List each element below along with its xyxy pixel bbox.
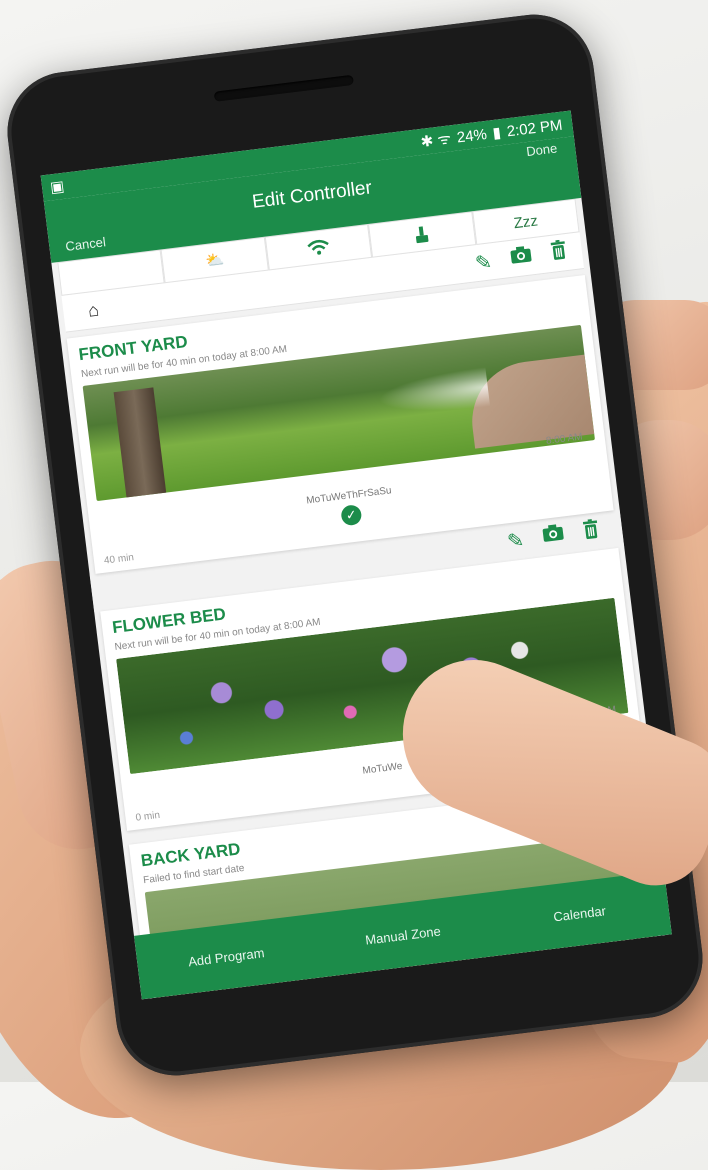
trash-icon[interactable] bbox=[542, 238, 575, 267]
phone: ▣ ✱ ᯤ 24% ▮ 2:02 PM Done Edit Controller… bbox=[0, 7, 708, 1083]
battery-level: 24% bbox=[455, 125, 488, 146]
check-icon[interactable]: ✓ bbox=[340, 504, 363, 527]
camera-icon[interactable] bbox=[505, 244, 538, 271]
trash-icon[interactable] bbox=[575, 517, 608, 546]
notification-icon: ▣ bbox=[49, 177, 66, 197]
camera-icon[interactable] bbox=[537, 522, 570, 551]
photo-tree bbox=[113, 387, 167, 502]
pencil-icon[interactable]: ✎ bbox=[467, 248, 500, 276]
home-icon[interactable]: ⌂ bbox=[62, 296, 124, 324]
clock: 2:02 PM bbox=[505, 116, 564, 140]
battery-icon: ▮ bbox=[491, 124, 502, 143]
pencil-icon[interactable]: ✎ bbox=[499, 527, 532, 556]
bluetooth-wifi-icon: ✱ ᯤ bbox=[419, 130, 453, 151]
phone-screen: ▣ ✱ ᯤ 24% ▮ 2:02 PM Done Edit Controller… bbox=[40, 110, 672, 1000]
cancel-button[interactable]: Cancel bbox=[65, 234, 107, 254]
